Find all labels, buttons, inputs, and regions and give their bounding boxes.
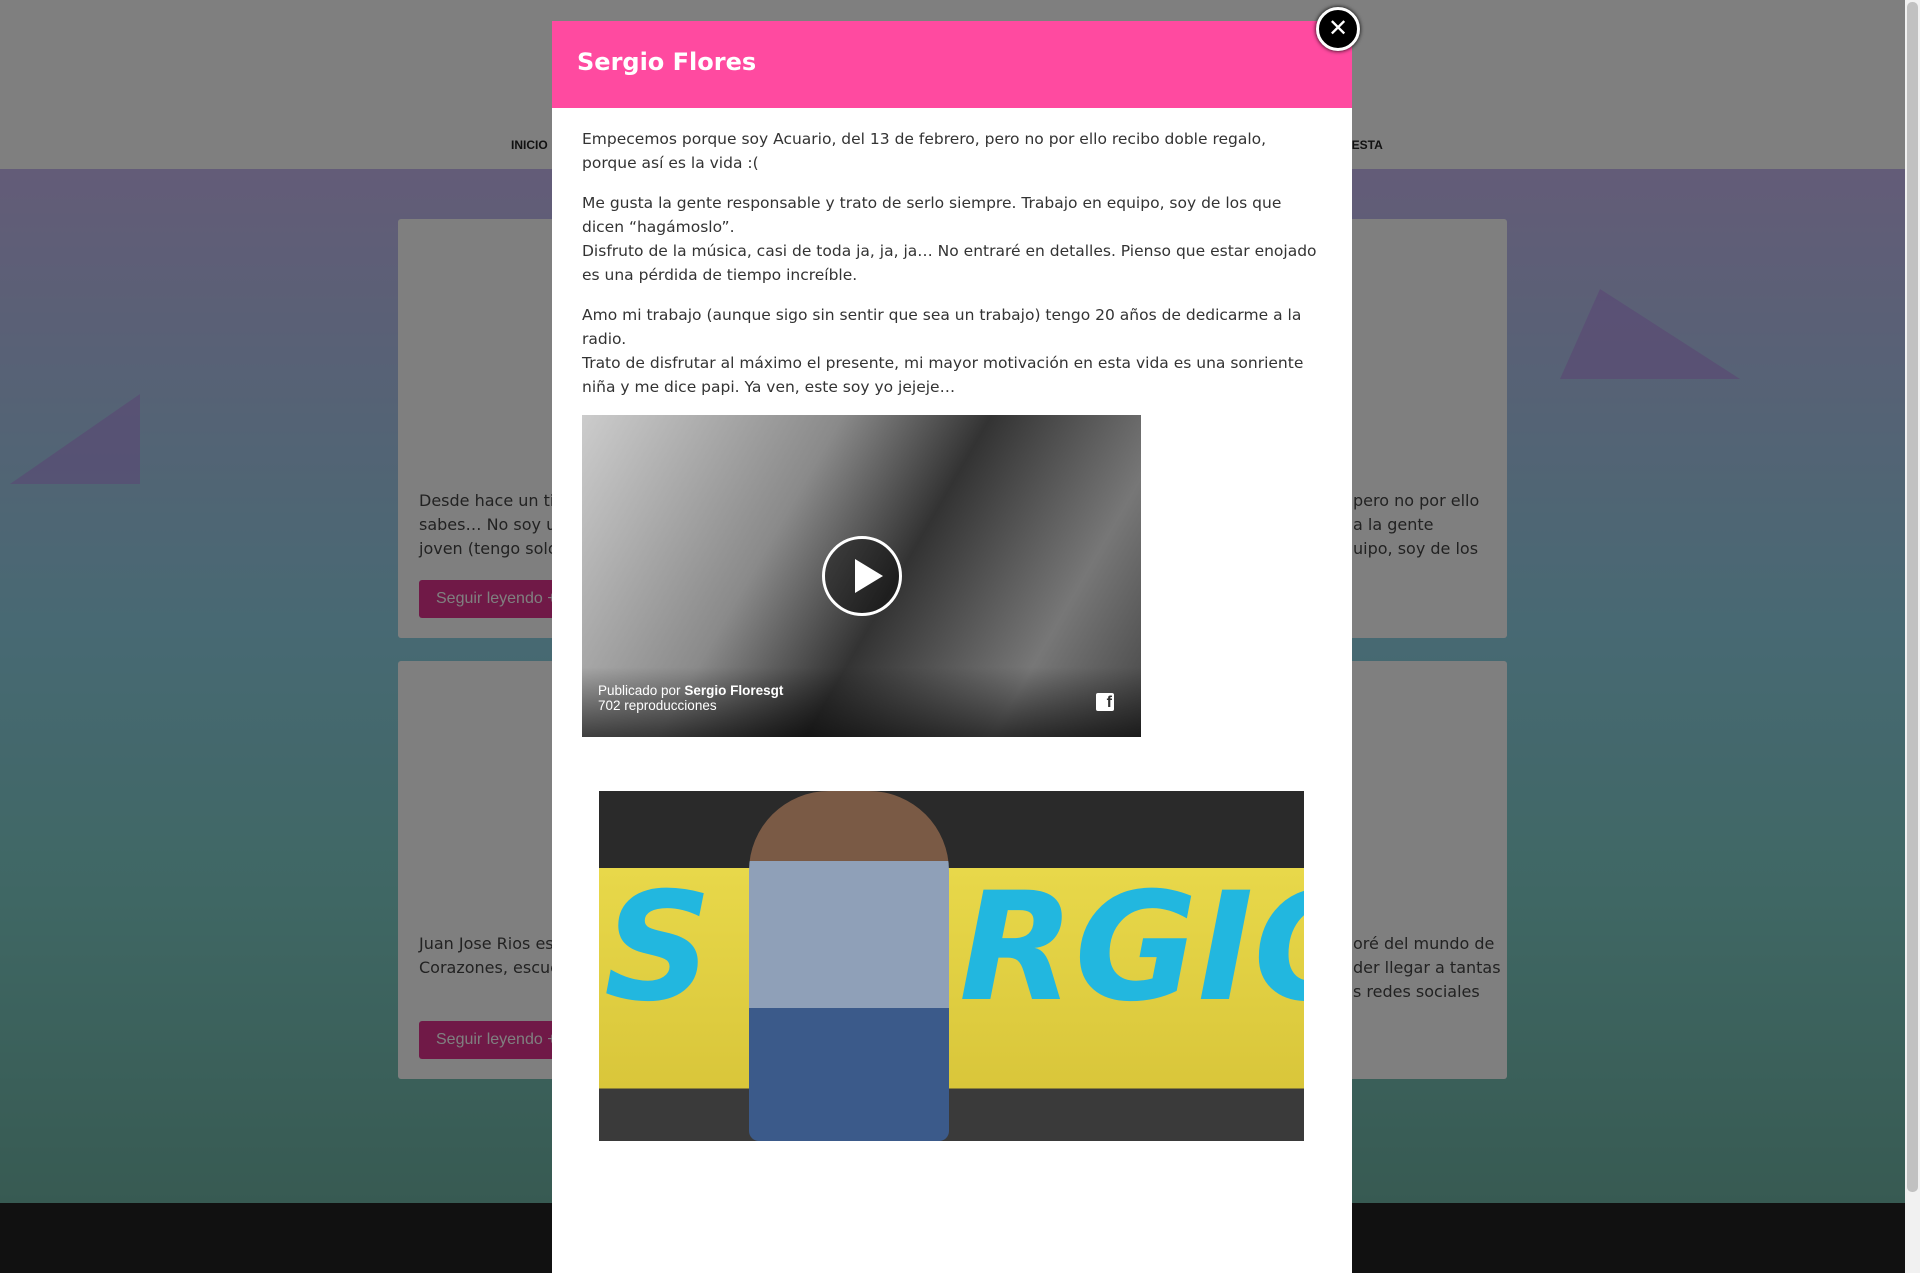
scrollbar-thumb[interactable] <box>1907 2 1918 1192</box>
bio-paragraph: Me gusta la gente responsable y trato de… <box>582 194 1317 284</box>
close-icon[interactable]: ✕ <box>1316 7 1360 51</box>
profile-photo: S RGIO <box>599 791 1304 1141</box>
bio-paragraph: Amo mi trabajo (aunque sigo sin sentir q… <box>582 306 1304 396</box>
facebook-video[interactable]: Publicado por Sergio Floresgt 702 reprod… <box>582 415 1141 737</box>
profile-modal: Sergio Flores Empecemos porque soy Acuar… <box>552 21 1352 1273</box>
video-info: Publicado por Sergio Floresgt 702 reprod… <box>582 667 1141 737</box>
person-figure <box>749 791 949 1141</box>
modal-body: Empecemos porque soy Acuario, del 13 de … <box>552 108 1352 1141</box>
video-views: 702 reproducciones <box>598 698 717 713</box>
scrollbar[interactable] <box>1905 0 1920 1273</box>
bio-paragraph: Empecemos porque soy Acuario, del 13 de … <box>582 130 1267 172</box>
play-icon[interactable] <box>822 536 902 616</box>
facebook-icon[interactable]: f <box>1096 693 1114 711</box>
modal-title: Sergio Flores <box>552 21 1352 108</box>
video-author[interactable]: Sergio Floresgt <box>684 683 783 698</box>
